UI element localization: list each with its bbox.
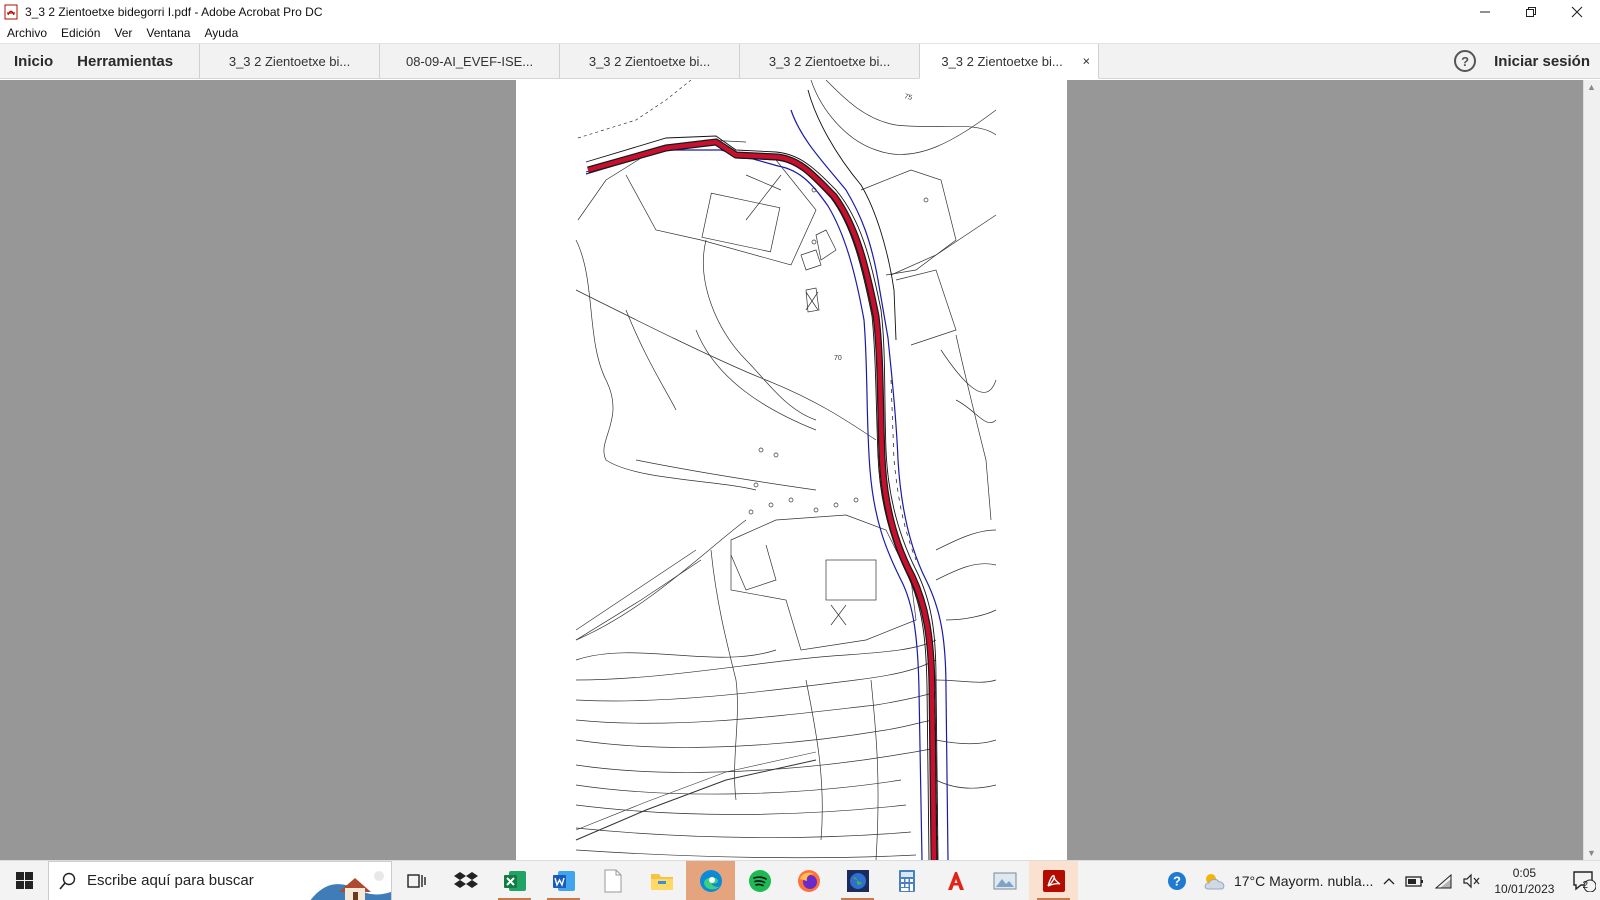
system-tray: ? 17°C Mayorm. nubla... 0:05 10/01/2023 … bbox=[1157, 861, 1600, 900]
show-hidden-icons-button[interactable] bbox=[1378, 861, 1400, 900]
volume-muted-icon bbox=[1463, 873, 1480, 888]
map-drawing: 75 70 bbox=[575, 80, 997, 860]
chevron-up-icon bbox=[1383, 877, 1395, 884]
taskbar-clock[interactable]: 0:05 10/01/2023 bbox=[1486, 865, 1562, 897]
taskbar-search[interactable] bbox=[48, 860, 392, 900]
menu-ver[interactable]: Ver bbox=[114, 26, 132, 40]
document-tab-label: 3_3 2 Zientoetxe bi... bbox=[228, 53, 351, 69]
vertical-scrollbar[interactable]: ▲ ▼ bbox=[1583, 80, 1600, 860]
network-tray-button[interactable] bbox=[1430, 861, 1458, 900]
help-tray-button[interactable]: ? bbox=[1157, 861, 1197, 900]
task-view-icon bbox=[406, 873, 426, 888]
minimize-button[interactable] bbox=[1462, 0, 1508, 23]
acrobat-pdf-icon bbox=[4, 4, 18, 19]
search-highlight-illustration-icon bbox=[309, 861, 391, 900]
word-icon bbox=[552, 870, 575, 891]
tab-bar: Inicio Herramientas 3_3 2 Zientoetxe bi.… bbox=[0, 43, 1600, 79]
notifications-button[interactable]: 2 bbox=[1562, 861, 1600, 900]
file-explorer-taskbar-button[interactable] bbox=[637, 861, 686, 900]
acrobat-pro-taskbar-button[interactable] bbox=[1029, 860, 1078, 900]
spotify-taskbar-button[interactable] bbox=[735, 861, 784, 900]
photo-viewer-icon bbox=[993, 872, 1016, 889]
search-input[interactable] bbox=[87, 872, 307, 889]
close-tab-icon[interactable]: × bbox=[1082, 54, 1090, 69]
taskbar: ? 17°C Mayorm. nubla... 0:05 10/01/2023 … bbox=[0, 860, 1600, 900]
document-tab-label: 3_3 2 Zientoetxe bi... bbox=[588, 53, 711, 69]
document-tab-label: 3_3 2 Zientoetxe bi... bbox=[768, 53, 891, 69]
notification-count: 2 bbox=[1582, 880, 1588, 891]
minimize-icon bbox=[1480, 11, 1490, 12]
weather-text: 17°C Mayorm. nubla... bbox=[1233, 872, 1374, 889]
spotify-icon bbox=[748, 869, 771, 892]
tab-bar-right: ? Iniciar sesión bbox=[1454, 44, 1600, 78]
battery-tray-button[interactable] bbox=[1400, 861, 1430, 900]
scroll-down-icon[interactable]: ▼ bbox=[1587, 848, 1596, 858]
word-taskbar-button[interactable] bbox=[539, 861, 588, 900]
close-window-button[interactable] bbox=[1554, 0, 1600, 23]
acrobat-reader-taskbar-button[interactable] bbox=[931, 861, 980, 900]
svg-text:?: ? bbox=[1173, 873, 1181, 888]
tab-inicio[interactable]: Inicio bbox=[0, 44, 65, 78]
document-tab-2[interactable]: 08-09-AI_EVEF-ISE... bbox=[379, 44, 559, 78]
menu-edicion[interactable]: Edición bbox=[61, 26, 100, 40]
blank-document-icon bbox=[604, 869, 621, 892]
windows-logo-icon bbox=[15, 872, 33, 889]
help-circle-icon: ? bbox=[1167, 871, 1186, 890]
document-tab-5-active[interactable]: 3_3 2 Zientoetxe bi... × bbox=[919, 44, 1100, 79]
clock-time: 0:05 bbox=[1512, 865, 1537, 880]
pdf-page: 75 70 bbox=[516, 80, 1067, 860]
document-tab-label: 08-09-AI_EVEF-ISE... bbox=[405, 53, 534, 69]
weather-widget[interactable]: 17°C Mayorm. nubla... bbox=[1197, 861, 1378, 900]
acrobat-pro-icon bbox=[1042, 869, 1065, 892]
firefox-icon bbox=[797, 869, 820, 892]
tab-herramientas[interactable]: Herramientas bbox=[65, 44, 199, 78]
notepad-taskbar-button[interactable] bbox=[588, 861, 637, 900]
edge-taskbar-button[interactable] bbox=[686, 860, 735, 900]
menu-ayuda[interactable]: Ayuda bbox=[204, 26, 238, 40]
search-icon bbox=[59, 872, 76, 890]
folder-icon bbox=[650, 873, 673, 890]
calculator-icon bbox=[898, 869, 915, 892]
wifi-icon bbox=[1435, 873, 1452, 888]
acrobat-reader-icon bbox=[947, 871, 964, 890]
cloudy-weather-icon bbox=[1204, 873, 1225, 889]
globe-app-taskbar-button[interactable] bbox=[833, 861, 882, 900]
scroll-up-icon[interactable]: ▲ bbox=[1587, 82, 1596, 92]
document-tab-3[interactable]: 3_3 2 Zientoetxe bi... bbox=[559, 44, 739, 78]
firefox-taskbar-button[interactable] bbox=[784, 861, 833, 900]
task-view-button[interactable] bbox=[392, 861, 441, 900]
window-controls bbox=[1462, 0, 1600, 23]
sign-in-button[interactable]: Iniciar sesión bbox=[1494, 53, 1590, 70]
document-tab-label: 3_3 2 Zientoetxe bi... bbox=[941, 53, 1063, 69]
menu-bar: Archivo Edición Ver Ventana Ayuda bbox=[0, 23, 1600, 43]
contour-label-top: 75 bbox=[903, 93, 912, 102]
globe-icon bbox=[846, 869, 869, 892]
title-bar: 3_3 2 Zientoetxe bidegorri I.pdf - Adobe… bbox=[0, 0, 1600, 23]
dropbox-icon bbox=[453, 871, 478, 888]
taskbar-apps bbox=[392, 860, 1078, 900]
menu-archivo[interactable]: Archivo bbox=[7, 26, 47, 40]
document-tab-1[interactable]: 3_3 2 Zientoetxe bi... bbox=[199, 44, 379, 78]
contour-label-middle: 70 bbox=[834, 355, 842, 362]
restore-icon bbox=[1526, 6, 1536, 17]
help-icon[interactable]: ? bbox=[1454, 50, 1477, 72]
dropbox-taskbar-button[interactable] bbox=[441, 861, 490, 900]
battery-plug-icon bbox=[1405, 875, 1424, 887]
menu-ventana[interactable]: Ventana bbox=[146, 26, 190, 40]
start-button[interactable] bbox=[0, 861, 48, 900]
clock-date: 10/01/2023 bbox=[1494, 881, 1555, 896]
volume-tray-button[interactable] bbox=[1458, 861, 1486, 900]
photo-viewer-taskbar-button[interactable] bbox=[980, 861, 1029, 900]
excel-taskbar-button[interactable] bbox=[490, 861, 539, 900]
window-title: 3_3 2 Zientoetxe bidegorri I.pdf - Adobe… bbox=[25, 4, 323, 19]
edge-browser-icon bbox=[699, 869, 722, 892]
excel-icon bbox=[503, 870, 526, 891]
close-icon bbox=[1571, 6, 1583, 17]
restore-button[interactable] bbox=[1508, 0, 1554, 23]
document-tab-4[interactable]: 3_3 2 Zientoetxe bi... bbox=[739, 44, 919, 78]
document-viewport[interactable]: 75 70 bbox=[0, 80, 1583, 860]
calculator-taskbar-button[interactable] bbox=[882, 861, 931, 900]
